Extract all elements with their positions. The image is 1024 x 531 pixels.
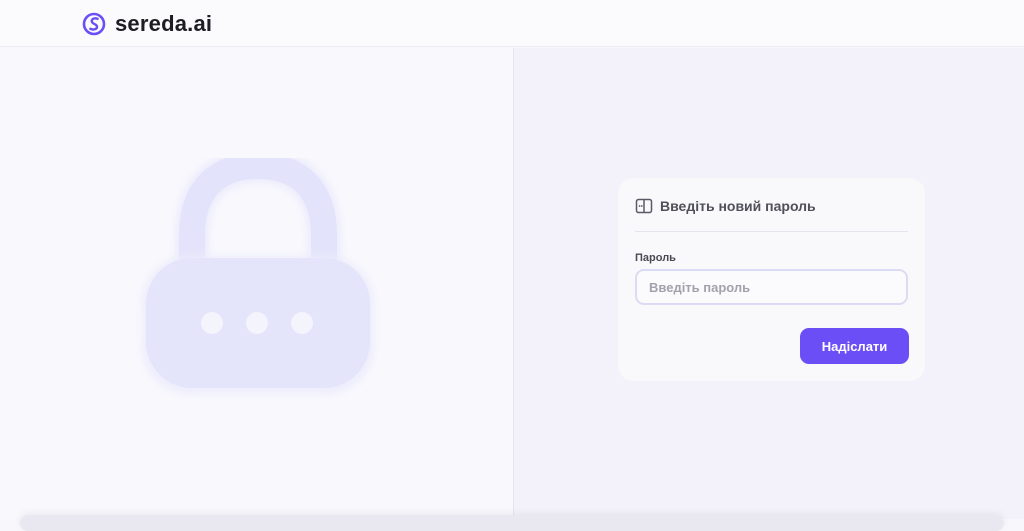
sereda-logo-icon (82, 12, 106, 36)
book-icon (635, 197, 653, 215)
password-label: Пароль (635, 252, 676, 264)
password-input[interactable] (635, 269, 908, 305)
illustration-pane (0, 48, 513, 519)
form-pane: Введіть новий пароль Пароль Надіслати (513, 48, 1024, 519)
brand-name: sereda.ai (115, 11, 212, 37)
padlock-icon (128, 158, 388, 418)
card-title: Введіть новий пароль (660, 196, 816, 216)
card-header: Введіть новий пароль (635, 196, 908, 232)
bottom-panel-edge (20, 515, 1004, 531)
submit-button[interactable]: Надіслати (800, 328, 909, 364)
top-header: sereda.ai (0, 0, 1024, 47)
new-password-card: Введіть новий пароль Пароль Надіслати (618, 178, 925, 381)
brand[interactable]: sereda.ai (82, 11, 212, 37)
